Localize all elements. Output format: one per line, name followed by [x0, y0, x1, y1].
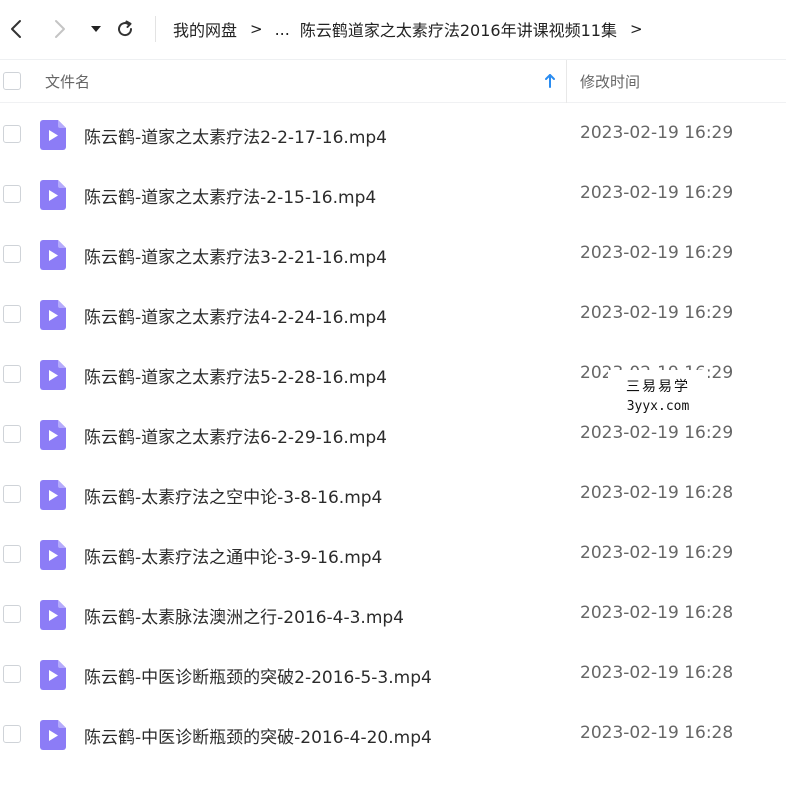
- column-header-filename[interactable]: 文件名: [45, 71, 90, 92]
- file-row[interactable]: 陈云鹤-道家之太素疗法3-2-21-16.mp4 2023-02-19 16:29: [0, 224, 786, 284]
- back-button[interactable]: [2, 15, 30, 43]
- file-name[interactable]: 陈云鹤-道家之太素疗法5-2-28-16.mp4: [84, 363, 387, 388]
- file-name[interactable]: 陈云鹤-道家之太素疗法2-2-17-16.mp4: [84, 123, 387, 148]
- file-modified-time: 2023-02-19 16:29: [580, 243, 734, 263]
- row-checkbox[interactable]: [3, 305, 21, 323]
- breadcrumb-root[interactable]: 我的网盘: [173, 17, 237, 41]
- forward-button[interactable]: [46, 15, 74, 43]
- file-row[interactable]: 陈云鹤-道家之太素疗法-2-15-16.mp4 2023-02-19 16:29: [0, 164, 786, 224]
- video-file-icon: [40, 360, 66, 390]
- file-modified-time: 2023-02-19 16:28: [580, 723, 734, 743]
- file-row[interactable]: 陈云鹤-中医诊断瓶颈的突破-2016-4-20.mp4 2023-02-19 16…: [0, 704, 786, 764]
- file-row[interactable]: 陈云鹤-中医诊断瓶颈的突破2-2016-5-3.mp4 2023-02-19 16…: [0, 644, 786, 704]
- breadcrumb-separator: >: [250, 20, 263, 38]
- watermark-text: 三易易学: [626, 379, 690, 395]
- file-name[interactable]: 陈云鹤-中医诊断瓶颈的突破2-2016-5-3.mp4: [84, 663, 432, 688]
- file-row[interactable]: 陈云鹤-太素疗法之空中论-3-8-16.mp4 2023-02-19 16:28: [0, 464, 786, 524]
- history-dropdown-button[interactable]: [82, 15, 110, 43]
- toolbar: 我的网盘 > ... 陈云鹤道家之太素疗法2016年讲课视频11集 >: [0, 0, 786, 58]
- breadcrumb: 我的网盘 > ... 陈云鹤道家之太素疗法2016年讲课视频11集 >: [173, 17, 655, 41]
- video-file-icon: [40, 240, 66, 270]
- file-modified-time: 2023-02-19 16:29: [580, 123, 734, 143]
- arrow-up-icon: [545, 74, 555, 88]
- file-modified-time: 2023-02-19 16:29: [580, 423, 734, 443]
- watermark-url: 3yyx.com: [626, 399, 690, 414]
- video-file-icon: [40, 120, 66, 150]
- video-file-icon: [40, 180, 66, 210]
- file-modified-time: 2023-02-19 16:29: [580, 183, 734, 203]
- row-checkbox[interactable]: [3, 725, 21, 743]
- video-file-icon: [40, 300, 66, 330]
- row-checkbox[interactable]: [3, 665, 21, 683]
- video-file-icon: [40, 540, 66, 570]
- video-file-icon: [40, 600, 66, 630]
- toolbar-divider: [155, 16, 156, 42]
- row-checkbox[interactable]: [3, 365, 21, 383]
- watermark: 三易易学 3yyx.com: [608, 370, 708, 422]
- file-modified-time: 2023-02-19 16:28: [580, 603, 734, 623]
- row-checkbox[interactable]: [3, 245, 21, 263]
- breadcrumb-separator: >: [629, 20, 643, 38]
- file-row[interactable]: 陈云鹤-道家之太素疗法2-2-17-16.mp4 2023-02-19 16:29: [0, 104, 786, 164]
- file-name[interactable]: 陈云鹤-道家之太素疗法6-2-29-16.mp4: [84, 423, 387, 448]
- file-name[interactable]: 陈云鹤-道家之太素疗法-2-15-16.mp4: [84, 183, 376, 208]
- refresh-icon: [118, 20, 133, 37]
- sort-button[interactable]: [543, 73, 557, 89]
- file-name[interactable]: 陈云鹤-道家之太素疗法3-2-21-16.mp4: [84, 243, 387, 268]
- row-checkbox[interactable]: [3, 125, 21, 143]
- file-row[interactable]: 陈云鹤-太素脉法澳洲之行-2016-4-3.mp4 2023-02-19 16:2…: [0, 584, 786, 644]
- row-checkbox[interactable]: [3, 485, 21, 503]
- file-name[interactable]: 陈云鹤-道家之太素疗法4-2-24-16.mp4: [84, 303, 387, 328]
- video-file-icon: [40, 420, 66, 450]
- row-checkbox[interactable]: [3, 605, 21, 623]
- column-divider[interactable]: [566, 60, 567, 103]
- row-checkbox[interactable]: [3, 545, 21, 563]
- breadcrumb-current[interactable]: 陈云鹤道家之太素疗法2016年讲课视频11集: [300, 17, 617, 41]
- chevron-right-icon: [55, 20, 65, 38]
- column-header-modified-time[interactable]: 修改时间: [580, 71, 640, 92]
- file-list-header: 文件名 修改时间: [0, 59, 786, 103]
- chevron-left-icon: [11, 20, 21, 38]
- breadcrumb-ellipsis[interactable]: ...: [275, 20, 290, 39]
- file-modified-time: 2023-02-19 16:28: [580, 483, 734, 503]
- video-file-icon: [40, 720, 66, 750]
- video-file-icon: [40, 660, 66, 690]
- caret-down-icon: [91, 26, 101, 32]
- file-name[interactable]: 陈云鹤-太素疗法之空中论-3-8-16.mp4: [84, 483, 382, 508]
- file-modified-time: 2023-02-19 16:29: [580, 303, 734, 323]
- refresh-button[interactable]: [111, 15, 139, 43]
- file-name[interactable]: 陈云鹤-太素脉法澳洲之行-2016-4-3.mp4: [84, 603, 404, 628]
- select-all-checkbox[interactable]: [3, 72, 21, 90]
- file-row[interactable]: 陈云鹤-太素疗法之通中论-3-9-16.mp4 2023-02-19 16:29: [0, 524, 786, 584]
- file-name[interactable]: 陈云鹤-中医诊断瓶颈的突破-2016-4-20.mp4: [84, 723, 432, 748]
- file-row[interactable]: 陈云鹤-道家之太素疗法4-2-24-16.mp4 2023-02-19 16:29: [0, 284, 786, 344]
- file-name[interactable]: 陈云鹤-太素疗法之通中论-3-9-16.mp4: [84, 543, 382, 568]
- row-checkbox[interactable]: [3, 425, 21, 443]
- video-file-icon: [40, 480, 66, 510]
- file-modified-time: 2023-02-19 16:29: [580, 543, 734, 563]
- row-checkbox[interactable]: [3, 185, 21, 203]
- file-modified-time: 2023-02-19 16:28: [580, 663, 734, 683]
